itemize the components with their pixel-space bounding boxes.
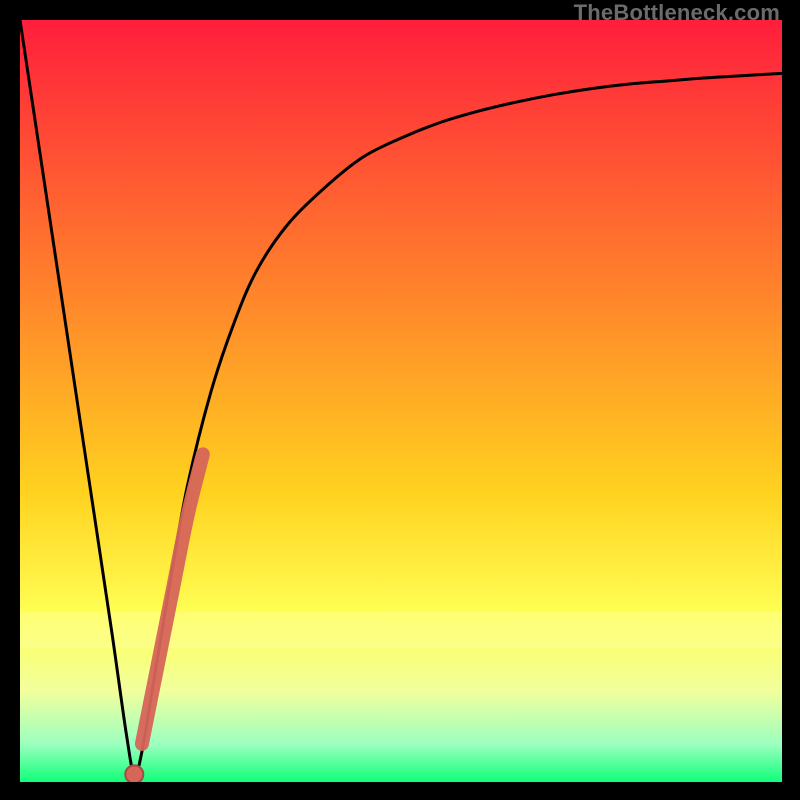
watermark-label: TheBottleneck.com [574, 0, 780, 26]
optimal-point-marker [125, 765, 143, 782]
chart-frame [20, 20, 782, 782]
chart-svg [20, 20, 782, 782]
gradient-background [20, 20, 782, 782]
highlight-band [20, 612, 782, 648]
